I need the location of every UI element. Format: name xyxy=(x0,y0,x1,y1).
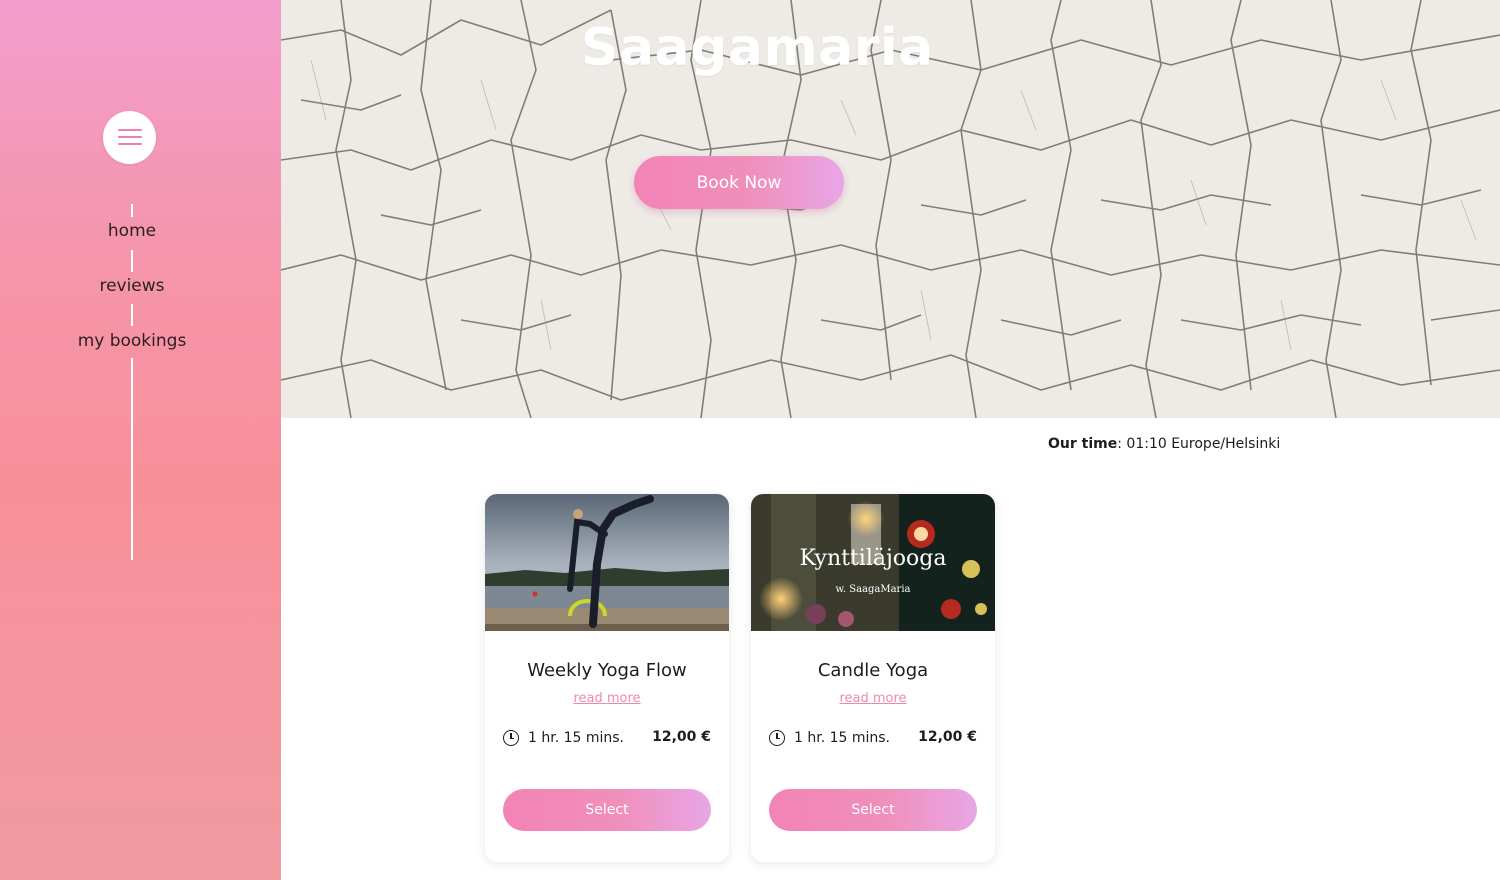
clock-icon xyxy=(769,730,785,746)
sidebar: home reviews my bookings xyxy=(0,0,281,880)
service-price: 12,00 € xyxy=(652,729,711,745)
nav-divider xyxy=(131,250,133,272)
read-more-link[interactable]: read more xyxy=(485,691,729,706)
service-price: 12,00 € xyxy=(918,729,977,745)
our-time-separator: : xyxy=(1117,436,1122,452)
service-duration: 1 hr. 15 mins. xyxy=(794,730,891,746)
menu-button[interactable] xyxy=(103,111,156,164)
book-now-button[interactable]: Book Now xyxy=(634,156,844,209)
image-subcaption: w. SaagaMaria xyxy=(835,584,911,595)
hero-banner: Saagamaria Book Now xyxy=(281,0,1500,418)
select-button[interactable]: Select xyxy=(503,789,711,831)
service-card: Weekly Yoga Flow read more 1 hr. 15 mins… xyxy=(485,494,729,862)
service-title: Candle Yoga xyxy=(817,660,929,681)
our-time-label: Our time xyxy=(1048,436,1118,452)
nav-item-reviews[interactable]: reviews xyxy=(40,276,224,296)
read-more-link[interactable]: read more xyxy=(751,691,995,706)
nav-divider xyxy=(131,358,133,560)
select-button[interactable]: Select xyxy=(769,789,977,831)
nav-item-my-bookings[interactable]: my bookings xyxy=(40,331,224,351)
service-title: Weekly Yoga Flow xyxy=(527,660,687,681)
clock-icon xyxy=(503,730,519,746)
service-card: Kynttiläjooga w. SaagaMaria Candle Yoga … xyxy=(751,494,995,862)
our-time-value: 01:10 Europe/Helsinki xyxy=(1126,436,1281,452)
service-duration: 1 hr. 15 mins. xyxy=(528,730,625,746)
nav-divider xyxy=(131,304,133,326)
nav-item-home[interactable]: home xyxy=(40,221,224,241)
site-title: Saagamaria xyxy=(581,18,934,78)
yoga-pose-by-lake-photo xyxy=(485,494,729,631)
candles-photo: Kynttiläjooga w. SaagaMaria xyxy=(751,494,995,631)
our-time-display: Our time: 01:10 Europe/Helsinki xyxy=(1048,436,1280,452)
nav-divider xyxy=(131,204,133,217)
image-caption: Kynttiläjooga xyxy=(799,546,947,571)
